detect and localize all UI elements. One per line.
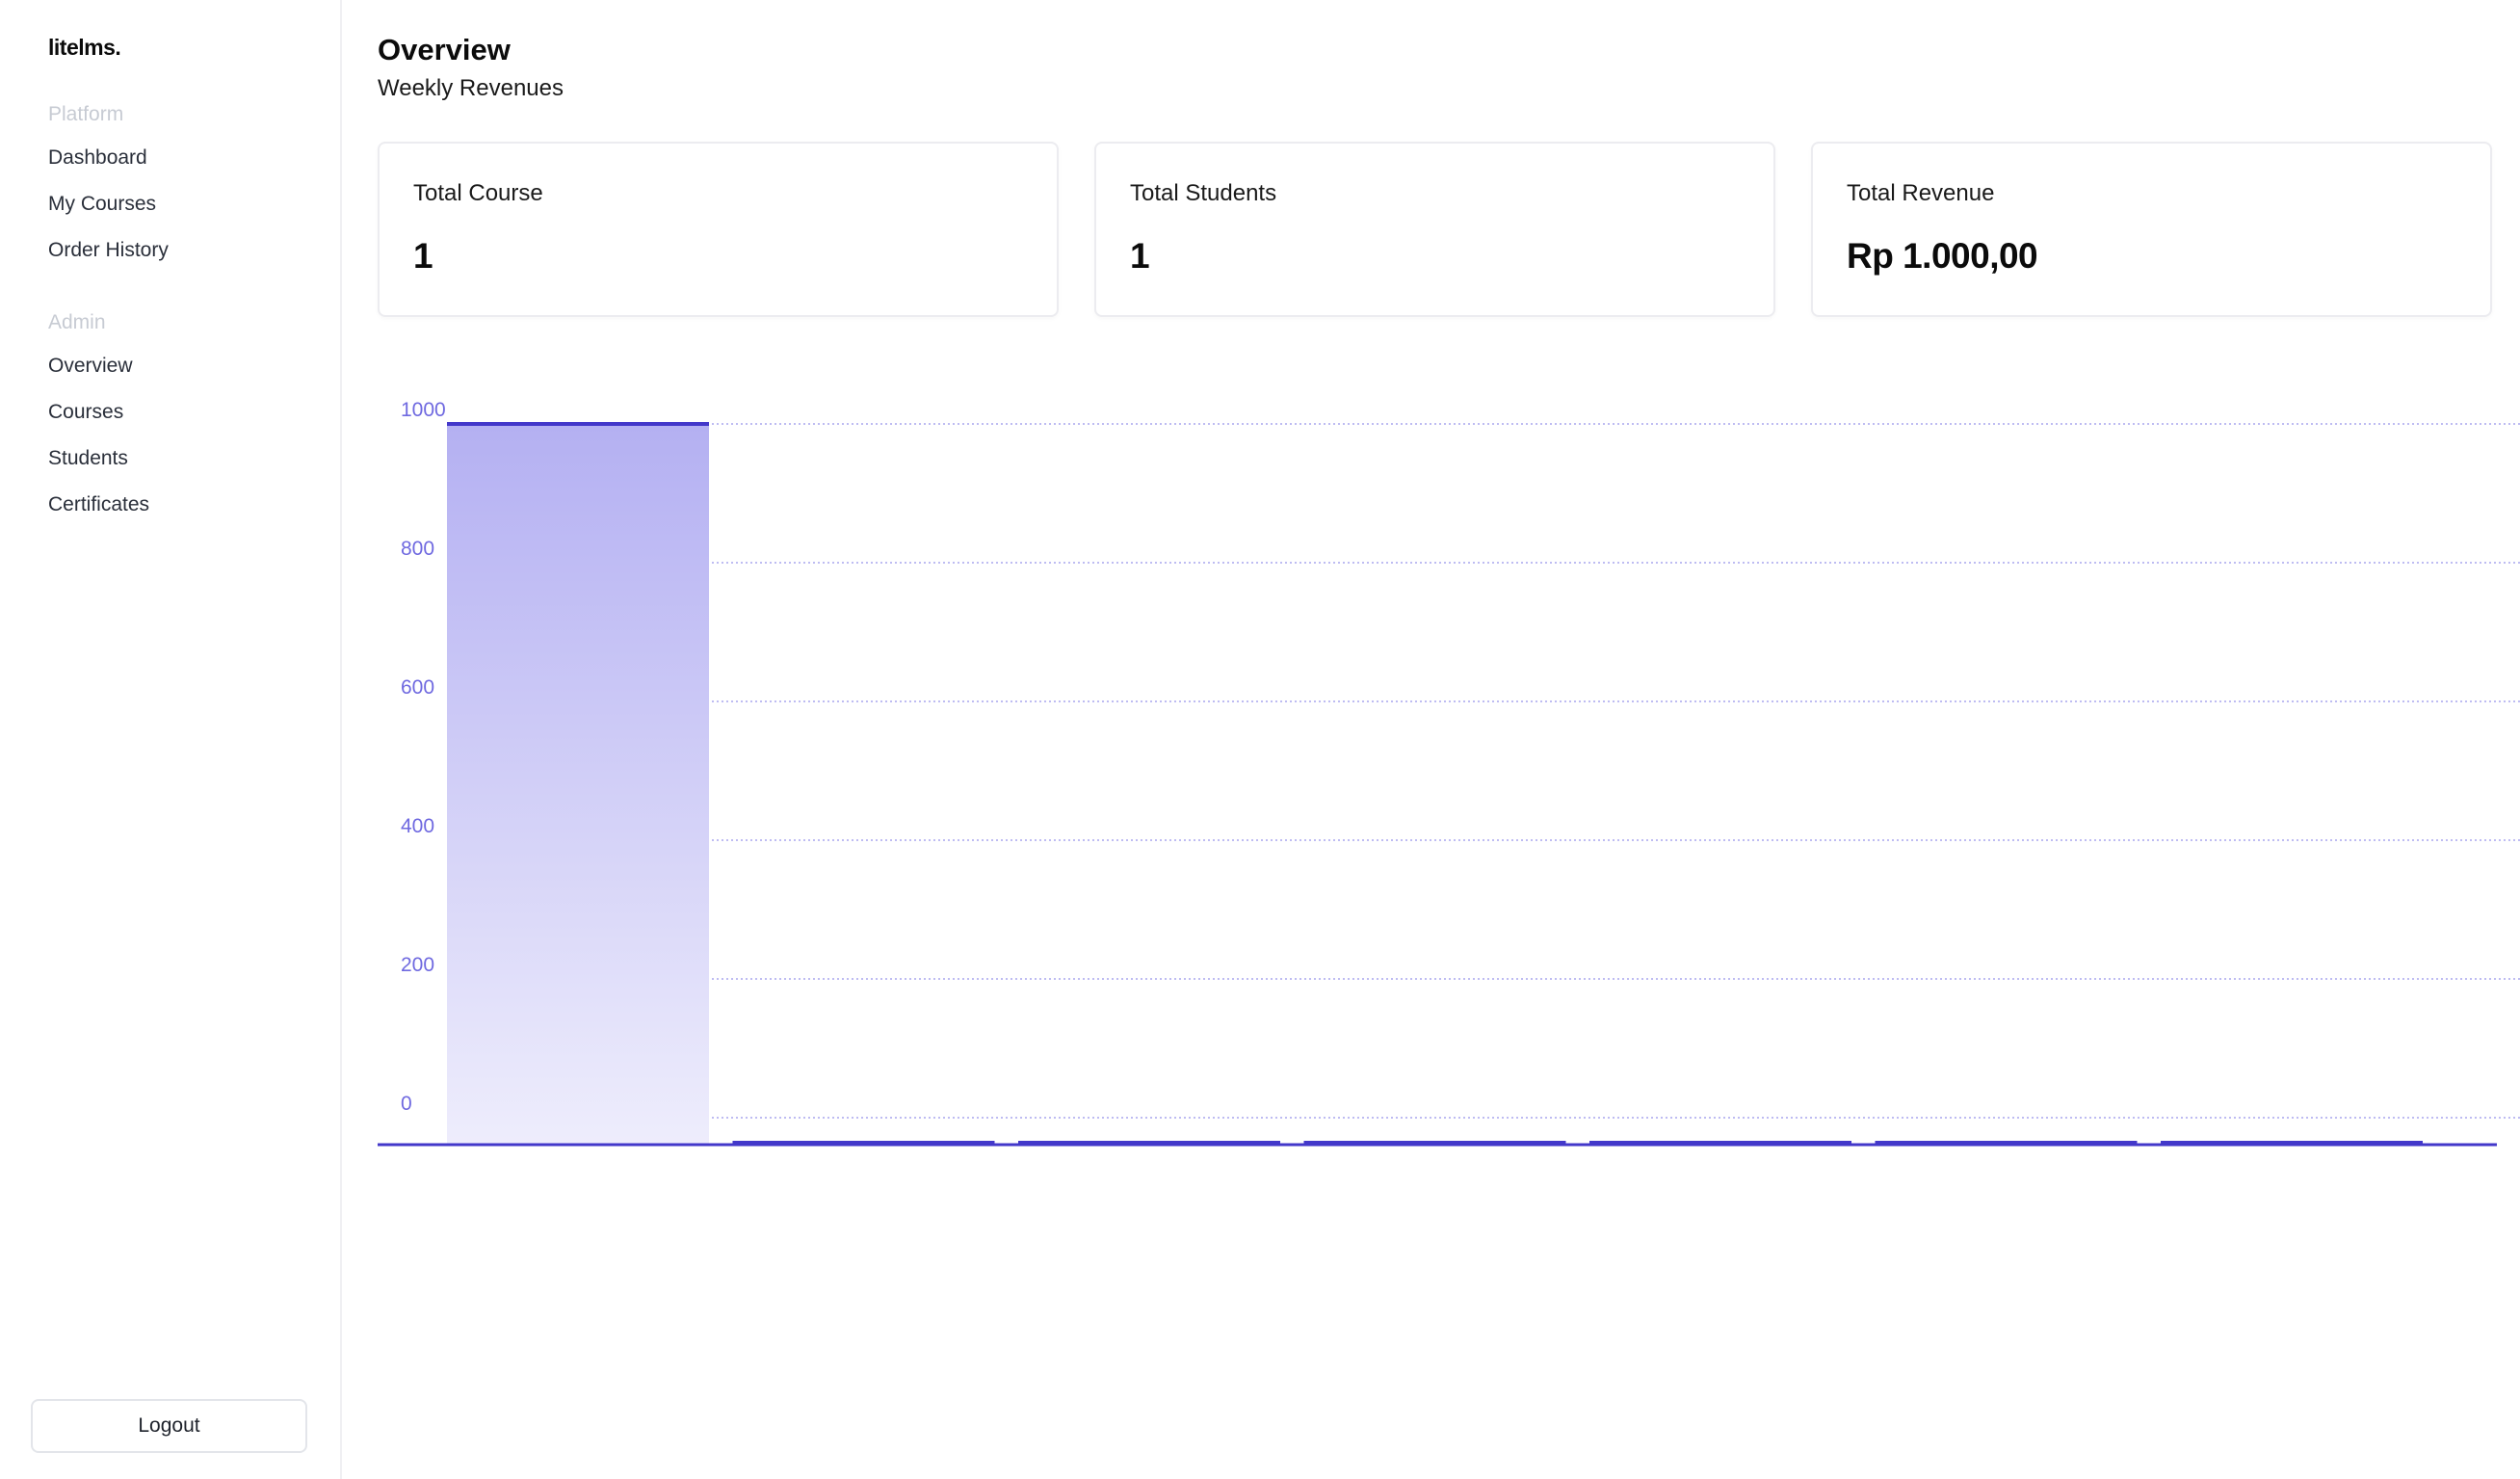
stat-value: 1 bbox=[1130, 236, 1150, 276]
sidebar-item-dashboard[interactable]: Dashboard bbox=[48, 146, 147, 170]
sidebar-item-certificates[interactable]: Certificates bbox=[48, 493, 149, 516]
nav-section-platform: Platform bbox=[48, 103, 124, 125]
app-root: litelms. Platform Dashboard My Courses O… bbox=[0, 0, 2520, 1479]
y-tick-label: 400 bbox=[401, 815, 434, 837]
sidebar-item-order-history[interactable]: Order History bbox=[48, 239, 169, 262]
sidebar: litelms. Platform Dashboard My Courses O… bbox=[0, 0, 342, 1479]
brand-logo[interactable]: litelms. bbox=[48, 35, 121, 61]
y-tick-label: 800 bbox=[401, 538, 434, 560]
stat-card-total-students: Total Students 1 bbox=[1094, 142, 1775, 317]
stat-label: Total Students bbox=[1130, 180, 1277, 206]
stat-label: Total Revenue bbox=[1847, 180, 1995, 206]
nav-section-admin: Admin bbox=[48, 311, 106, 333]
bar-top-edge bbox=[447, 422, 709, 426]
stat-card-total-course: Total Course 1 bbox=[378, 142, 1059, 317]
page-title: Overview bbox=[378, 33, 511, 66]
sidebar-item-students[interactable]: Students bbox=[48, 447, 128, 470]
bar bbox=[447, 424, 709, 1145]
chart-svg: 0 200 400 600 800 1000 bbox=[378, 399, 2520, 1147]
y-tick-label: 0 bbox=[401, 1093, 412, 1115]
stat-card-total-revenue: Total Revenue Rp 1.000,00 bbox=[1811, 142, 2492, 317]
weekly-revenue-chart: 0 200 400 600 800 1000 bbox=[366, 385, 2520, 1156]
y-tick-label: 600 bbox=[401, 676, 434, 699]
sidebar-item-courses[interactable]: Courses bbox=[48, 401, 123, 424]
sidebar-item-my-courses[interactable]: My Courses bbox=[48, 193, 156, 216]
stat-value: 1 bbox=[413, 236, 433, 276]
logout-button[interactable]: Logout bbox=[31, 1399, 307, 1453]
sidebar-item-overview[interactable]: Overview bbox=[48, 355, 133, 378]
page-subtitle: Weekly Revenues bbox=[378, 75, 564, 101]
stat-value: Rp 1.000,00 bbox=[1847, 236, 2038, 276]
y-tick-label: 1000 bbox=[401, 399, 446, 421]
y-tick-label: 200 bbox=[401, 954, 434, 976]
stat-label: Total Course bbox=[413, 180, 543, 206]
